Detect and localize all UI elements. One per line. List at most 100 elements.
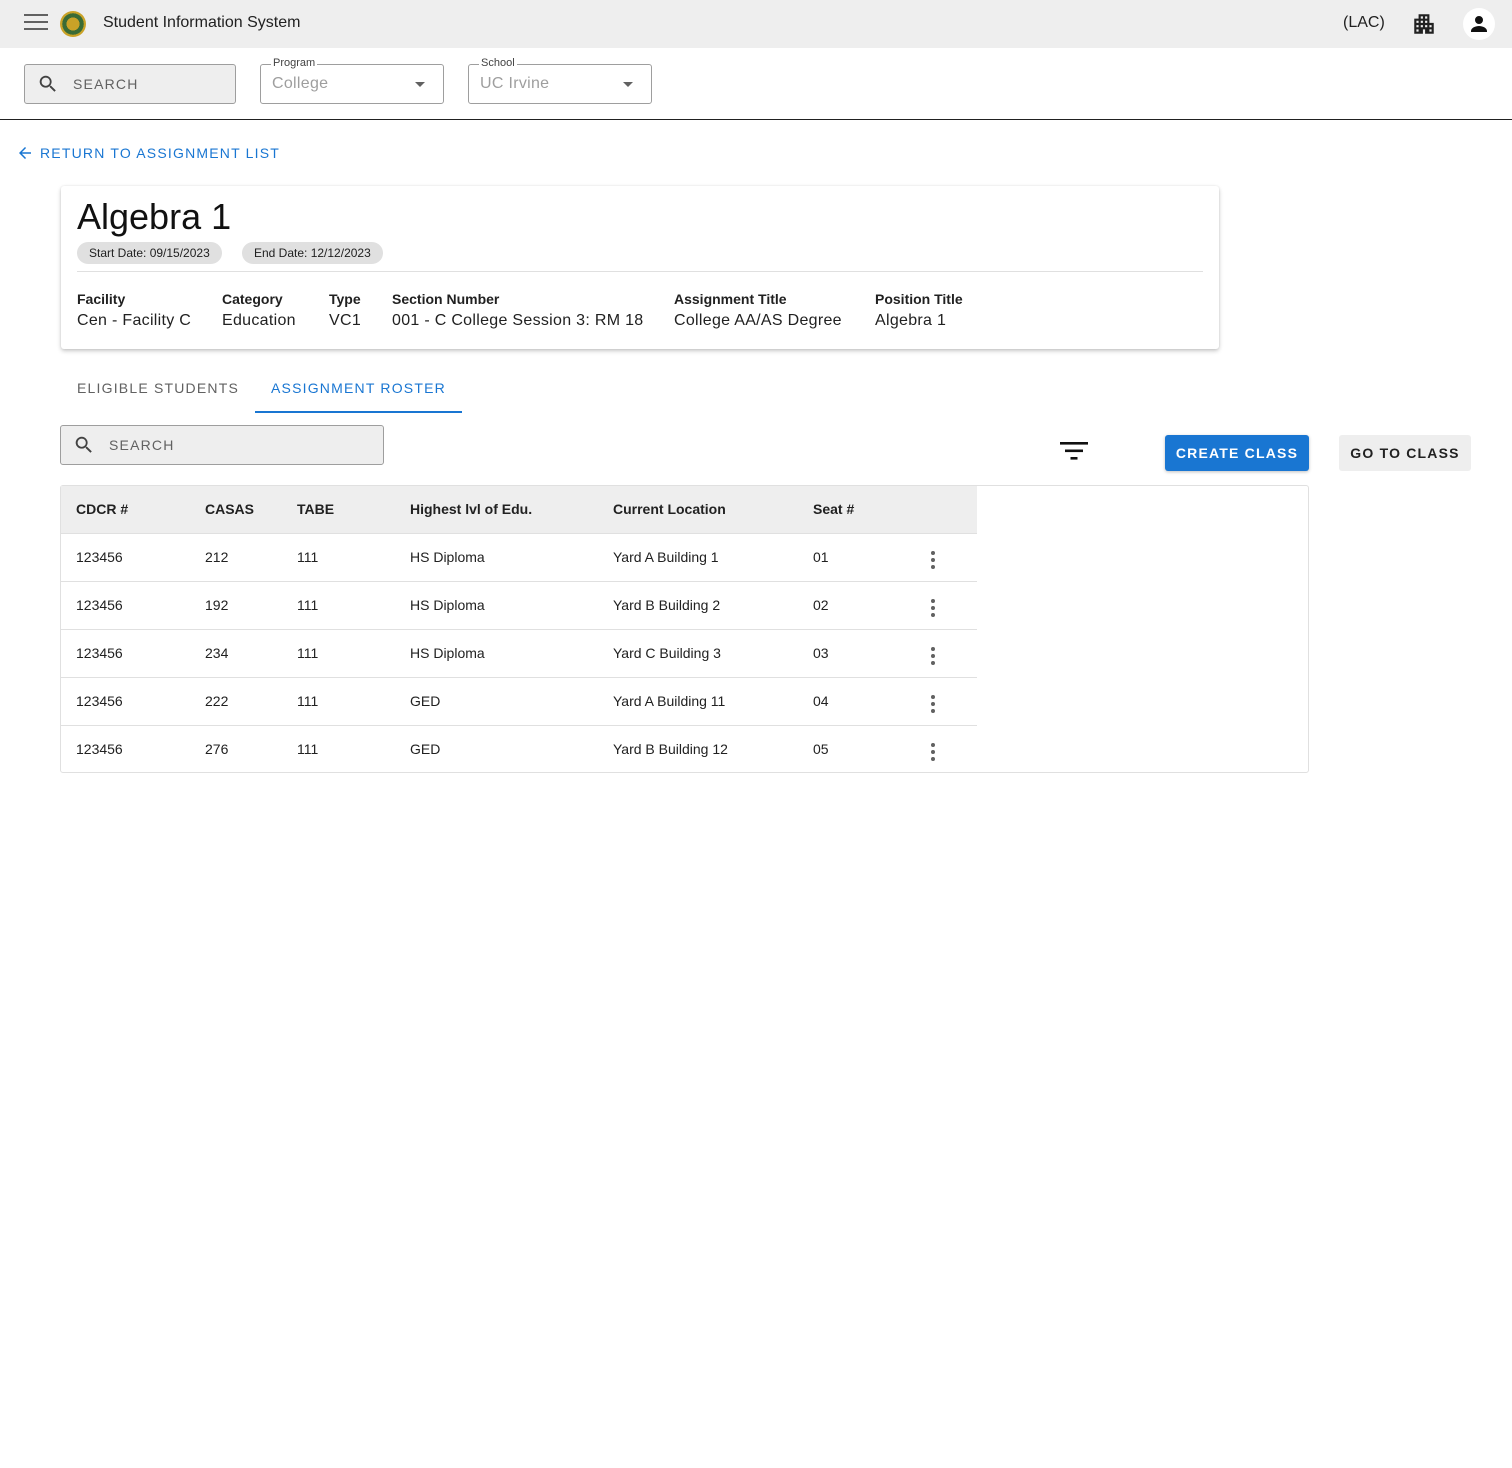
cell-education: HS Diploma (410, 549, 485, 565)
roster-table-container: CDCR # CASAS TABE Highest lvl of Edu. Cu… (60, 485, 1309, 773)
field-position-title: Position Title Algebra 1 (875, 291, 963, 330)
more-vert-icon[interactable] (923, 548, 943, 572)
cell-actions (908, 533, 977, 581)
global-search-input[interactable] (73, 76, 213, 92)
school-select-label: School (479, 57, 517, 69)
tab-bar: ELIGIBLE STUDENTS ASSIGNMENT ROSTER (61, 366, 462, 413)
table-header-row: CDCR # CASAS TABE Highest lvl of Edu. Cu… (61, 486, 977, 533)
program-select[interactable]: Program College (260, 57, 444, 104)
create-class-button[interactable]: CREATE CLASS (1165, 435, 1309, 471)
cell-seat: 03 (813, 645, 829, 661)
table-row[interactable]: 123456 276 111 GED Yard B Building 12 05 (61, 725, 977, 773)
field-value: 001 - C College Session 3: RM 18 (392, 312, 644, 329)
column-header-location[interactable]: Current Location (598, 486, 798, 533)
card-divider (77, 271, 1203, 272)
cell-location: Yard C Building 3 (613, 645, 721, 661)
state-seal-logo (60, 11, 86, 37)
cell-tabe: 111 (297, 645, 319, 661)
roster-search[interactable] (60, 425, 384, 465)
global-search[interactable] (24, 64, 236, 104)
cell-tabe: 111 (297, 741, 319, 758)
cell-education: HS Diploma (410, 645, 485, 661)
field-facility: Facility Cen - Facility C (77, 291, 191, 330)
column-header-actions (908, 486, 977, 533)
cell-location: Yard A Building 11 (613, 693, 726, 709)
field-value: VC1 (329, 312, 362, 329)
cell-cdcr: 123456 (76, 549, 123, 565)
field-label: Category (222, 291, 283, 307)
cell-actions (908, 725, 977, 773)
chevron-down-icon (415, 82, 425, 87)
cell-education: HS Diploma (410, 597, 485, 613)
more-vert-icon[interactable] (923, 644, 943, 668)
cell-cdcr: 123456 (76, 693, 123, 709)
cell-tabe: 111 (297, 549, 319, 565)
cell-education: GED (410, 693, 441, 709)
tab-assignment-roster[interactable]: ASSIGNMENT ROSTER (255, 366, 462, 413)
account-icon[interactable] (1463, 8, 1495, 40)
cell-actions (908, 677, 977, 725)
field-label: Facility (77, 291, 126, 307)
table-row[interactable]: 123456 212 111 HS Diploma Yard A Buildin… (61, 533, 977, 581)
search-icon (75, 436, 92, 453)
search-icon (39, 75, 56, 92)
more-vert-icon[interactable] (923, 740, 943, 764)
more-vert-icon[interactable] (923, 692, 943, 716)
chevron-down-icon (623, 82, 633, 87)
field-value: College AA/AS Degree (674, 312, 842, 329)
program-select-value: College (272, 75, 329, 92)
site-code: (LAC) (1343, 14, 1385, 31)
filter-icon[interactable] (1059, 438, 1089, 464)
cell-seat: 01 (813, 549, 829, 565)
field-type: Type VC1 (329, 291, 361, 330)
cell-actions (908, 629, 977, 677)
app-title: Student Information System (103, 14, 301, 31)
cell-casas: 234 (205, 645, 229, 661)
roster-search-input[interactable] (109, 437, 349, 453)
building-icon[interactable] (1411, 11, 1437, 37)
filter-bar: Program College School UC Irvine (0, 48, 1512, 120)
cell-casas: 276 (205, 741, 229, 758)
cell-casas: 192 (205, 597, 229, 613)
table-row[interactable]: 123456 234 111 HS Diploma Yard C Buildin… (61, 629, 977, 677)
program-select-label: Program (271, 57, 318, 69)
field-label: Position Title (875, 291, 963, 307)
field-value: Cen - Facility C (77, 312, 192, 329)
field-label: Type (329, 291, 361, 307)
column-header-casas[interactable]: CASAS (190, 486, 282, 533)
field-value: Algebra 1 (875, 312, 947, 329)
cell-cdcr: 123456 (76, 645, 123, 661)
roster-table: CDCR # CASAS TABE Highest lvl of Edu. Cu… (61, 486, 977, 773)
start-date-chip: Start Date: 09/15/2023 (77, 242, 222, 264)
field-label: Section Number (392, 291, 500, 307)
arrow-left-icon (19, 147, 31, 159)
more-vert-icon[interactable] (923, 596, 943, 620)
column-header-tabe[interactable]: TABE (282, 486, 395, 533)
cell-seat: 05 (813, 741, 829, 758)
tab-eligible-students[interactable]: ELIGIBLE STUDENTS (61, 366, 255, 413)
school-select-value: UC Irvine (480, 75, 550, 92)
return-to-assignment-list-link[interactable]: RETURN TO ASSIGNMENT LIST (16, 144, 280, 162)
cell-tabe: 111 (297, 693, 319, 709)
table-row[interactable]: 123456 192 111 HS Diploma Yard B Buildin… (61, 581, 977, 629)
field-assignment-title: Assignment Title College AA/AS Degree (674, 291, 842, 330)
end-date-chip: End Date: 12/12/2023 (242, 242, 383, 264)
menu-icon[interactable] (24, 14, 48, 34)
cell-tabe: 111 (297, 597, 319, 613)
cell-cdcr: 123456 (76, 741, 123, 758)
school-select[interactable]: School UC Irvine (468, 57, 652, 104)
cell-location: Yard B Building 2 (613, 597, 721, 613)
column-header-cdcr[interactable]: CDCR # (61, 486, 190, 533)
cell-cdcr: 123456 (76, 597, 123, 613)
column-header-seat[interactable]: Seat # (798, 486, 908, 533)
cell-location: Yard A Building 1 (613, 549, 719, 565)
app-bar: Student Information System (LAC) (0, 0, 1512, 48)
cell-seat: 02 (813, 597, 829, 613)
go-to-class-button[interactable]: GO TO CLASS (1339, 435, 1471, 471)
field-category: Category Education (222, 291, 296, 330)
column-header-education[interactable]: Highest lvl of Edu. (395, 486, 598, 533)
field-section-number: Section Number 001 - C College Session 3… (392, 291, 644, 330)
field-label: Assignment Title (674, 291, 787, 307)
cell-seat: 04 (813, 693, 829, 709)
table-row[interactable]: 123456 222 111 GED Yard A Building 11 04 (61, 677, 977, 725)
